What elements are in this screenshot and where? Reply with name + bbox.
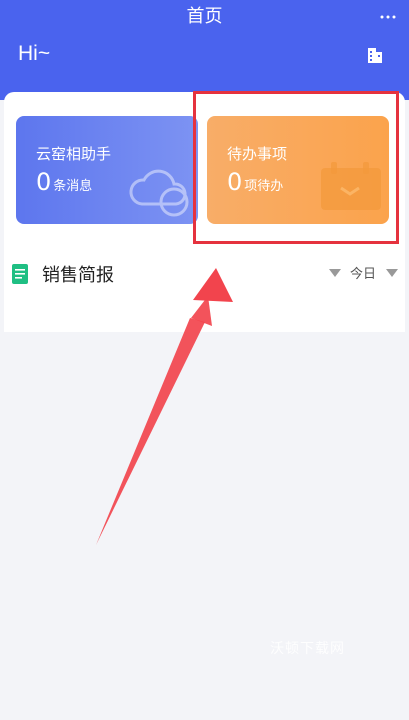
period-select[interactable]: 今日 (350, 263, 376, 282)
assistant-count-unit: 条消息 (53, 179, 93, 194)
period-caret-icon[interactable] (386, 269, 398, 277)
sales-report-title: 销售简报 (42, 265, 114, 286)
building-icon[interactable] (367, 46, 383, 64)
nav-bar: 首页 (0, 0, 409, 36)
assistant-card[interactable]: 云窑相助手 0 条消息 (16, 116, 198, 224)
assistant-message-count: 0 条消息 (36, 168, 92, 196)
more-dots-icon[interactable] (379, 14, 397, 20)
assistant-count-value: 0 (36, 168, 52, 196)
document-icon (12, 264, 28, 284)
highlight-box (193, 91, 399, 244)
sales-report-header[interactable]: 销售简报 今日 (4, 252, 405, 302)
cloud-icon (129, 169, 189, 217)
greeting: Hi~ (18, 42, 51, 65)
assistant-card-title: 云窑相助手 (36, 145, 112, 163)
caret-down-icon[interactable] (329, 269, 341, 277)
page-title: 首页 (186, 6, 223, 27)
watermark: 沃顿下载网 (270, 641, 345, 657)
